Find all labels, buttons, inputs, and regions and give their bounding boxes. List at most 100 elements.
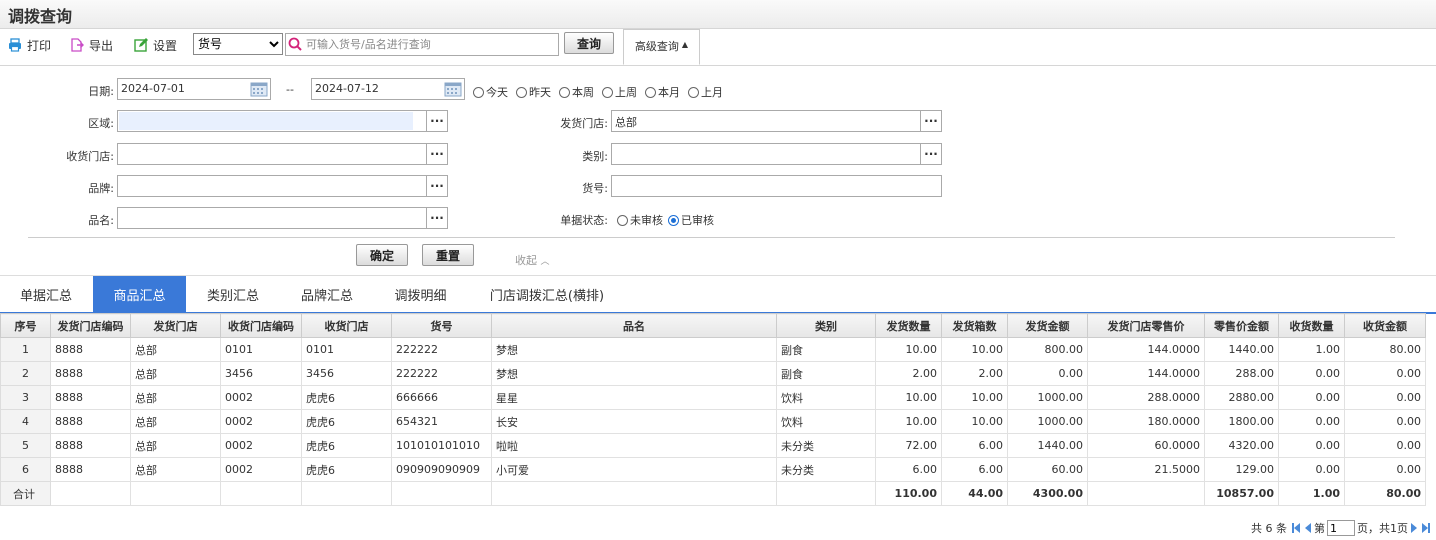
status-option-label: 已审核 (681, 214, 714, 227)
column-header[interactable]: 类别 (776, 313, 876, 338)
table-row[interactable]: 3 8888 总部 0002 虎虎6 666666 星星 饮料 10.00 10.00 1000.0… (0, 385, 1426, 410)
calendar-icon[interactable] (444, 81, 462, 97)
sku-field[interactable] (611, 175, 942, 197)
advanced-query-tab[interactable]: 高级查询 ▲ (623, 29, 700, 65)
cell: 3 (0, 385, 51, 410)
cell: 654321 (391, 409, 492, 434)
ship-store-field[interactable]: 总部 ··· (611, 110, 942, 132)
table-row[interactable]: 4 8888 总部 0002 虎虎6 654321 长安 饮料 10.00 10.00 1000.0… (0, 409, 1426, 434)
brand-picker-button[interactable]: ··· (426, 176, 447, 196)
tab-product-summary[interactable]: 商品汇总 (93, 276, 186, 312)
column-header[interactable]: 发货门店零售价 (1087, 313, 1205, 338)
first-page-icon[interactable] (1291, 522, 1301, 534)
tab-category-summary[interactable]: 类别汇总 (186, 276, 280, 312)
search-input[interactable] (304, 35, 558, 54)
quick-this-month-radio[interactable]: 本月 (645, 84, 680, 100)
cell: 129.00 (1204, 457, 1279, 482)
date-from-field[interactable]: 2024-07-01 (117, 78, 271, 100)
next-page-icon[interactable] (1409, 522, 1419, 534)
column-header[interactable]: 序号 (0, 313, 51, 338)
print-button[interactable]: 打印 (8, 36, 51, 54)
quick-last-month-radio[interactable]: 上月 (688, 84, 723, 100)
name-field[interactable]: ··· (117, 207, 448, 229)
region-field[interactable]: ··· (117, 110, 448, 132)
column-header[interactable]: 收货数量 (1278, 313, 1345, 338)
column-header[interactable]: 发货金额 (1007, 313, 1088, 338)
tab-transfer-details[interactable]: 调拨明细 (374, 276, 467, 312)
quick-label: 上月 (701, 86, 723, 99)
quick-label: 本月 (658, 86, 680, 99)
column-header[interactable]: 发货箱数 (941, 313, 1008, 338)
column-header[interactable]: 发货门店 (130, 313, 221, 338)
category-field[interactable]: ··· (611, 143, 942, 165)
column-header[interactable]: 发货门店编码 (50, 313, 131, 338)
cell: 800.00 (1007, 337, 1088, 362)
date-to-field[interactable]: 2024-07-12 (311, 78, 465, 100)
brand-field[interactable]: ··· (117, 175, 448, 197)
table-row[interactable]: 6 8888 总部 0002 虎虎6 090909090909 小可爱 未分类 6.00 6.00… (0, 457, 1426, 482)
column-header[interactable]: 品名 (491, 313, 777, 338)
radio-circle-icon (559, 86, 570, 98)
cell: 10.00 (875, 337, 942, 362)
cell: 21.5000 (1087, 457, 1205, 482)
name-picker-button[interactable]: ··· (426, 208, 447, 228)
prev-page-icon[interactable] (1303, 522, 1313, 534)
column-header[interactable]: 货号 (391, 313, 492, 338)
status-reviewed-radio[interactable]: 已审核 (668, 212, 714, 228)
cell: 8888 (50, 361, 131, 386)
page-number-input[interactable] (1327, 520, 1355, 536)
tab-brand-summary[interactable]: 品牌汇总 (280, 276, 374, 312)
reset-button[interactable]: 重置 (422, 244, 474, 266)
settings-button[interactable]: 设置 (134, 36, 177, 54)
quick-last-week-radio[interactable]: 上周 (602, 84, 637, 100)
tab-document-summary[interactable]: 单据汇总 (0, 276, 92, 312)
category-picker-button[interactable]: ··· (920, 144, 941, 164)
query-button[interactable]: 查询 (564, 32, 614, 54)
table-row[interactable]: 2 8888 总部 3456 3456 222222 梦想 副食 2.00 2.00 0.00 144… (0, 361, 1426, 386)
totals-row: 合计 110.00 44.00 4300.00 10857.00 1.00 80.00 (0, 481, 1426, 506)
recv-store-field[interactable]: ··· (117, 143, 448, 165)
ship-store-picker-button[interactable]: ··· (920, 111, 941, 131)
quick-today-radio[interactable]: 今天 (473, 84, 508, 100)
cell: 0.00 (1278, 457, 1345, 482)
cell: 10.00 (941, 337, 1008, 362)
cell: 44.00 (941, 481, 1008, 506)
column-header[interactable]: 收货金额 (1344, 313, 1426, 338)
recv-store-picker-button[interactable]: ··· (426, 144, 447, 164)
export-button[interactable]: 导出 (70, 36, 113, 54)
settings-label: 设置 (153, 38, 178, 53)
quick-yesterday-radio[interactable]: 昨天 (516, 84, 551, 100)
quick-this-week-radio[interactable]: 本周 (559, 84, 594, 100)
cell: 6 (0, 457, 51, 482)
cell (391, 481, 492, 506)
pager: 共 6 条 第 页，共1页 (1251, 519, 1432, 537)
search-box[interactable] (285, 33, 559, 56)
search-field-select[interactable]: 货号 (193, 33, 283, 55)
cell (491, 481, 777, 506)
cell: 10.00 (875, 409, 942, 434)
cell: 1000.00 (1007, 385, 1088, 410)
column-header[interactable]: 零售价金额 (1204, 313, 1279, 338)
column-header[interactable]: 收货门店 (301, 313, 392, 338)
column-header[interactable]: 收货门店编码 (220, 313, 302, 338)
last-page-icon[interactable] (1421, 522, 1431, 534)
cell: 饮料 (776, 385, 876, 410)
cell: 总部 (130, 361, 221, 386)
cell: 副食 (776, 337, 876, 362)
calendar-icon[interactable] (250, 81, 268, 97)
confirm-button[interactable]: 确定 (356, 244, 408, 266)
status-unreviewed-radio[interactable]: 未审核 (617, 212, 663, 228)
radio-circle-icon (645, 86, 656, 98)
quick-label: 上周 (615, 86, 637, 99)
cell: 4 (0, 409, 51, 434)
collapse-toggle[interactable]: 收起 ︿ (515, 252, 550, 268)
page-suffix: 页，共1页 (1357, 522, 1408, 535)
cell: 0.00 (1344, 409, 1426, 434)
table-row[interactable]: 1 8888 总部 0101 0101 222222 梦想 副食 10.00 10.00 800.0… (0, 337, 1426, 362)
region-picker-button[interactable]: ··· (426, 111, 447, 131)
ship-store-value: 总部 (615, 116, 637, 129)
table-row[interactable]: 5 8888 总部 0002 虎虎6 101010101010 啦啦 未分类 72.00 6.00… (0, 433, 1426, 458)
cell: 288.0000 (1087, 385, 1205, 410)
column-header[interactable]: 发货数量 (875, 313, 942, 338)
tab-store-transfer-horizontal[interactable]: 门店调拨汇总(横排) (467, 276, 627, 312)
